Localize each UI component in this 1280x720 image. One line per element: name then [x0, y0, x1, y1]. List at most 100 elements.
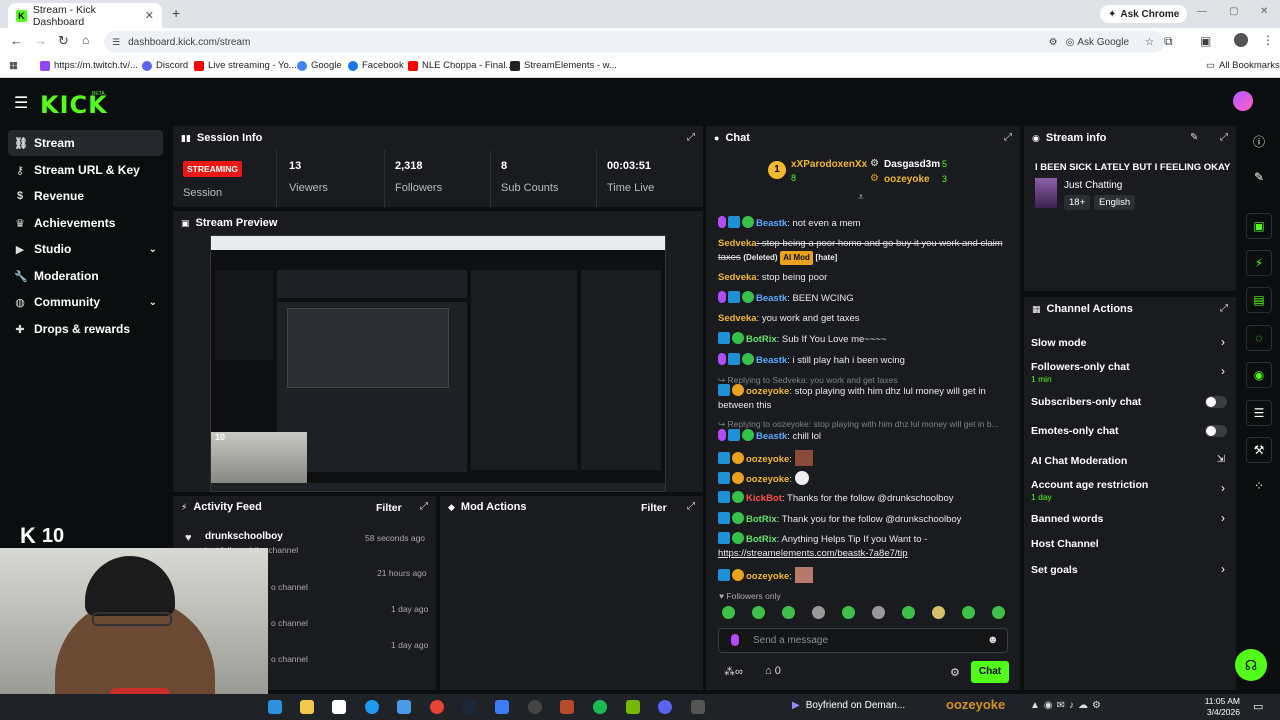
activity-user[interactable]: drunkschoolboy — [205, 531, 283, 542]
bookmark-discord[interactable]: Discord — [142, 60, 188, 71]
sidebar-item-drops-rewards[interactable]: ✚ Drops & rewards — [8, 316, 163, 342]
activity-filter-button[interactable]: Filter — [376, 502, 402, 514]
chat-link[interactable]: https://streamelements.com/beastk-7a8e7/… — [718, 548, 908, 559]
new-tab-button[interactable]: + — [172, 5, 180, 21]
rail-more[interactable]: ⁘ — [1240, 479, 1278, 493]
emote-icon[interactable] — [962, 606, 975, 619]
menu-kebab-icon[interactable]: ⋮ — [1262, 33, 1274, 47]
spotify-icon[interactable] — [593, 700, 607, 714]
chat-username[interactable]: BotRix — [746, 514, 777, 525]
profile-avatar[interactable] — [1234, 33, 1248, 47]
apps-grid-icon[interactable]: ▦ — [9, 60, 18, 71]
popout-icon[interactable]: ⤢ — [687, 501, 695, 512]
chevron-right-icon[interactable]: › — [1221, 511, 1225, 525]
rail-button-6[interactable]: ☰ — [1240, 400, 1278, 426]
app-icon[interactable] — [560, 700, 574, 714]
gifter-name[interactable]: oozeyoke — [884, 174, 930, 185]
action-subscribers-only[interactable]: Subscribers-only chat — [1031, 396, 1231, 408]
bookmark-streamelements[interactable]: StreamElements - w... — [510, 60, 617, 71]
close-tab-icon[interactable]: ✕ — [145, 9, 154, 22]
rail-info[interactable]: ⓘ — [1240, 133, 1278, 150]
obs-icon[interactable] — [528, 700, 542, 714]
sidepanel-icon[interactable]: ▣ — [1200, 34, 1211, 48]
bookmark-youtube[interactable]: Live streaming - Yo... — [194, 60, 297, 71]
channel-points[interactable]: ⁂∞ — [724, 665, 743, 678]
edit-pencil-icon[interactable]: ✎ — [1190, 132, 1198, 143]
emoji-icon[interactable]: ☻ — [987, 634, 999, 646]
emote-icon[interactable] — [902, 606, 915, 619]
chat-username[interactable]: Beastk — [756, 218, 787, 229]
reload-icon[interactable]: ↻ — [58, 33, 69, 49]
rail-button-2[interactable]: ⚡ — [1240, 250, 1278, 276]
sidebar-item-stream[interactable]: ⛓ Stream — [8, 130, 163, 156]
popout-icon[interactable]: ⤢ — [1220, 132, 1228, 143]
store-icon[interactable] — [332, 700, 346, 714]
steam-icon[interactable] — [462, 700, 476, 714]
popout-icon[interactable]: ⤢ — [1004, 132, 1012, 143]
emote-icon[interactable] — [932, 606, 945, 619]
chat-username[interactable]: Beastk — [756, 431, 787, 442]
emote-icon[interactable] — [842, 606, 855, 619]
chat-username[interactable]: oozeyoke — [746, 386, 789, 397]
action-host-channel[interactable]: Host Channel — [1031, 538, 1231, 550]
action-emotes-only[interactable]: Emotes-only chat — [1031, 425, 1231, 437]
send-chat-button[interactable]: Chat — [971, 661, 1009, 683]
external-link-icon[interactable]: ⇲ — [1217, 454, 1225, 465]
popout-icon[interactable]: ⤢ — [420, 501, 428, 512]
chat-username[interactable]: Sedveka — [718, 272, 757, 283]
system-tray-icons[interactable]: ▲◉✉♪☁⚙ — [1030, 700, 1105, 711]
bookmark-nle-choppa[interactable]: NLE Choppa - Final... — [408, 60, 513, 71]
rail-button-4[interactable]: ◌ — [1240, 325, 1278, 351]
collapse-icon[interactable]: ⩡ — [858, 192, 864, 203]
sidebar-item-revenue[interactable]: $ Revenue — [8, 183, 163, 209]
chat-username[interactable]: Beastk — [756, 293, 787, 304]
mod-filter-button[interactable]: Filter — [641, 502, 667, 514]
gifter-name[interactable]: Dasgasd3m — [884, 159, 940, 170]
site-info-icon[interactable]: ☰ — [112, 37, 120, 48]
chat-settings-icon[interactable]: ⚙ — [950, 666, 960, 679]
back-icon[interactable]: ← — [10, 33, 23, 48]
emote-icon[interactable] — [992, 606, 1005, 619]
bookmark-twitch[interactable]: https://m.twitch.tv/... — [40, 60, 138, 71]
chat-username[interactable]: oozeyoke — [746, 474, 789, 485]
close-window-icon[interactable]: ✕ — [1260, 6, 1268, 17]
chrome-icon[interactable] — [430, 700, 444, 714]
gifter-name[interactable]: xXParodoxenXx — [791, 159, 867, 170]
nvidia-icon[interactable] — [626, 700, 640, 714]
chevron-right-icon[interactable]: › — [1221, 335, 1225, 349]
rail-button-7[interactable]: ⚒ — [1240, 437, 1278, 463]
maximize-icon[interactable]: ▢ — [1229, 6, 1238, 17]
notification-icon[interactable]: ▭ — [1253, 700, 1263, 713]
clock-time[interactable]: 11:05 AM — [1204, 696, 1240, 706]
action-followers-only[interactable]: Followers-only chat 1 min — [1031, 361, 1231, 384]
sidebar-item-stream-url-key[interactable]: ⚷ Stream URL & Key — [8, 157, 163, 183]
action-ai-chat-moderation[interactable]: AI Chat Moderation — [1031, 455, 1231, 467]
app-icon[interactable] — [495, 700, 509, 714]
chat-username[interactable]: oozeyoke — [746, 454, 789, 465]
gift-subs[interactable]: ⌂ 0 — [765, 665, 781, 677]
all-bookmarks[interactable]: ▭ All Bookmarks — [1206, 60, 1280, 71]
sidebar-item-moderation[interactable]: 🔧 Moderation — [8, 263, 163, 289]
stream-preview-video[interactable]: 10 — [210, 235, 666, 492]
edge-icon[interactable] — [365, 700, 379, 714]
discord-icon[interactable] — [658, 700, 672, 714]
action-banned-words[interactable]: Banned words — [1031, 513, 1231, 525]
bookmark-star-icon[interactable]: ☆ — [1145, 37, 1154, 48]
app-icon[interactable] — [397, 700, 411, 714]
file-explorer-icon[interactable] — [300, 700, 314, 714]
chat-username[interactable]: Sedveka — [718, 238, 757, 249]
bookmark-facebook[interactable]: Facebook — [348, 60, 404, 71]
support-headset-icon[interactable]: ☊ — [1235, 649, 1267, 681]
chat-username[interactable]: Beastk — [756, 355, 787, 366]
chevron-right-icon[interactable]: › — [1221, 481, 1225, 495]
rail-edit[interactable]: ✎ — [1240, 170, 1278, 184]
chat-username[interactable]: oozeyoke — [746, 571, 789, 582]
media-widget[interactable]: ▶ Boyfriend on Deman... — [792, 700, 905, 711]
chat-username[interactable]: Sedveka — [718, 313, 757, 324]
chevron-right-icon[interactable]: › — [1221, 562, 1225, 576]
ask-chrome-button[interactable]: ✦ Ask Chrome — [1100, 5, 1188, 23]
chat-input[interactable]: Send a message ☻ — [718, 628, 1008, 653]
browser-tab-active[interactable]: K Stream - Kick Dashboard ✕ — [8, 3, 162, 28]
reply-text[interactable]: Replying to oozeyoke: stop playing with … — [727, 419, 998, 429]
emote-icon[interactable] — [722, 606, 735, 619]
